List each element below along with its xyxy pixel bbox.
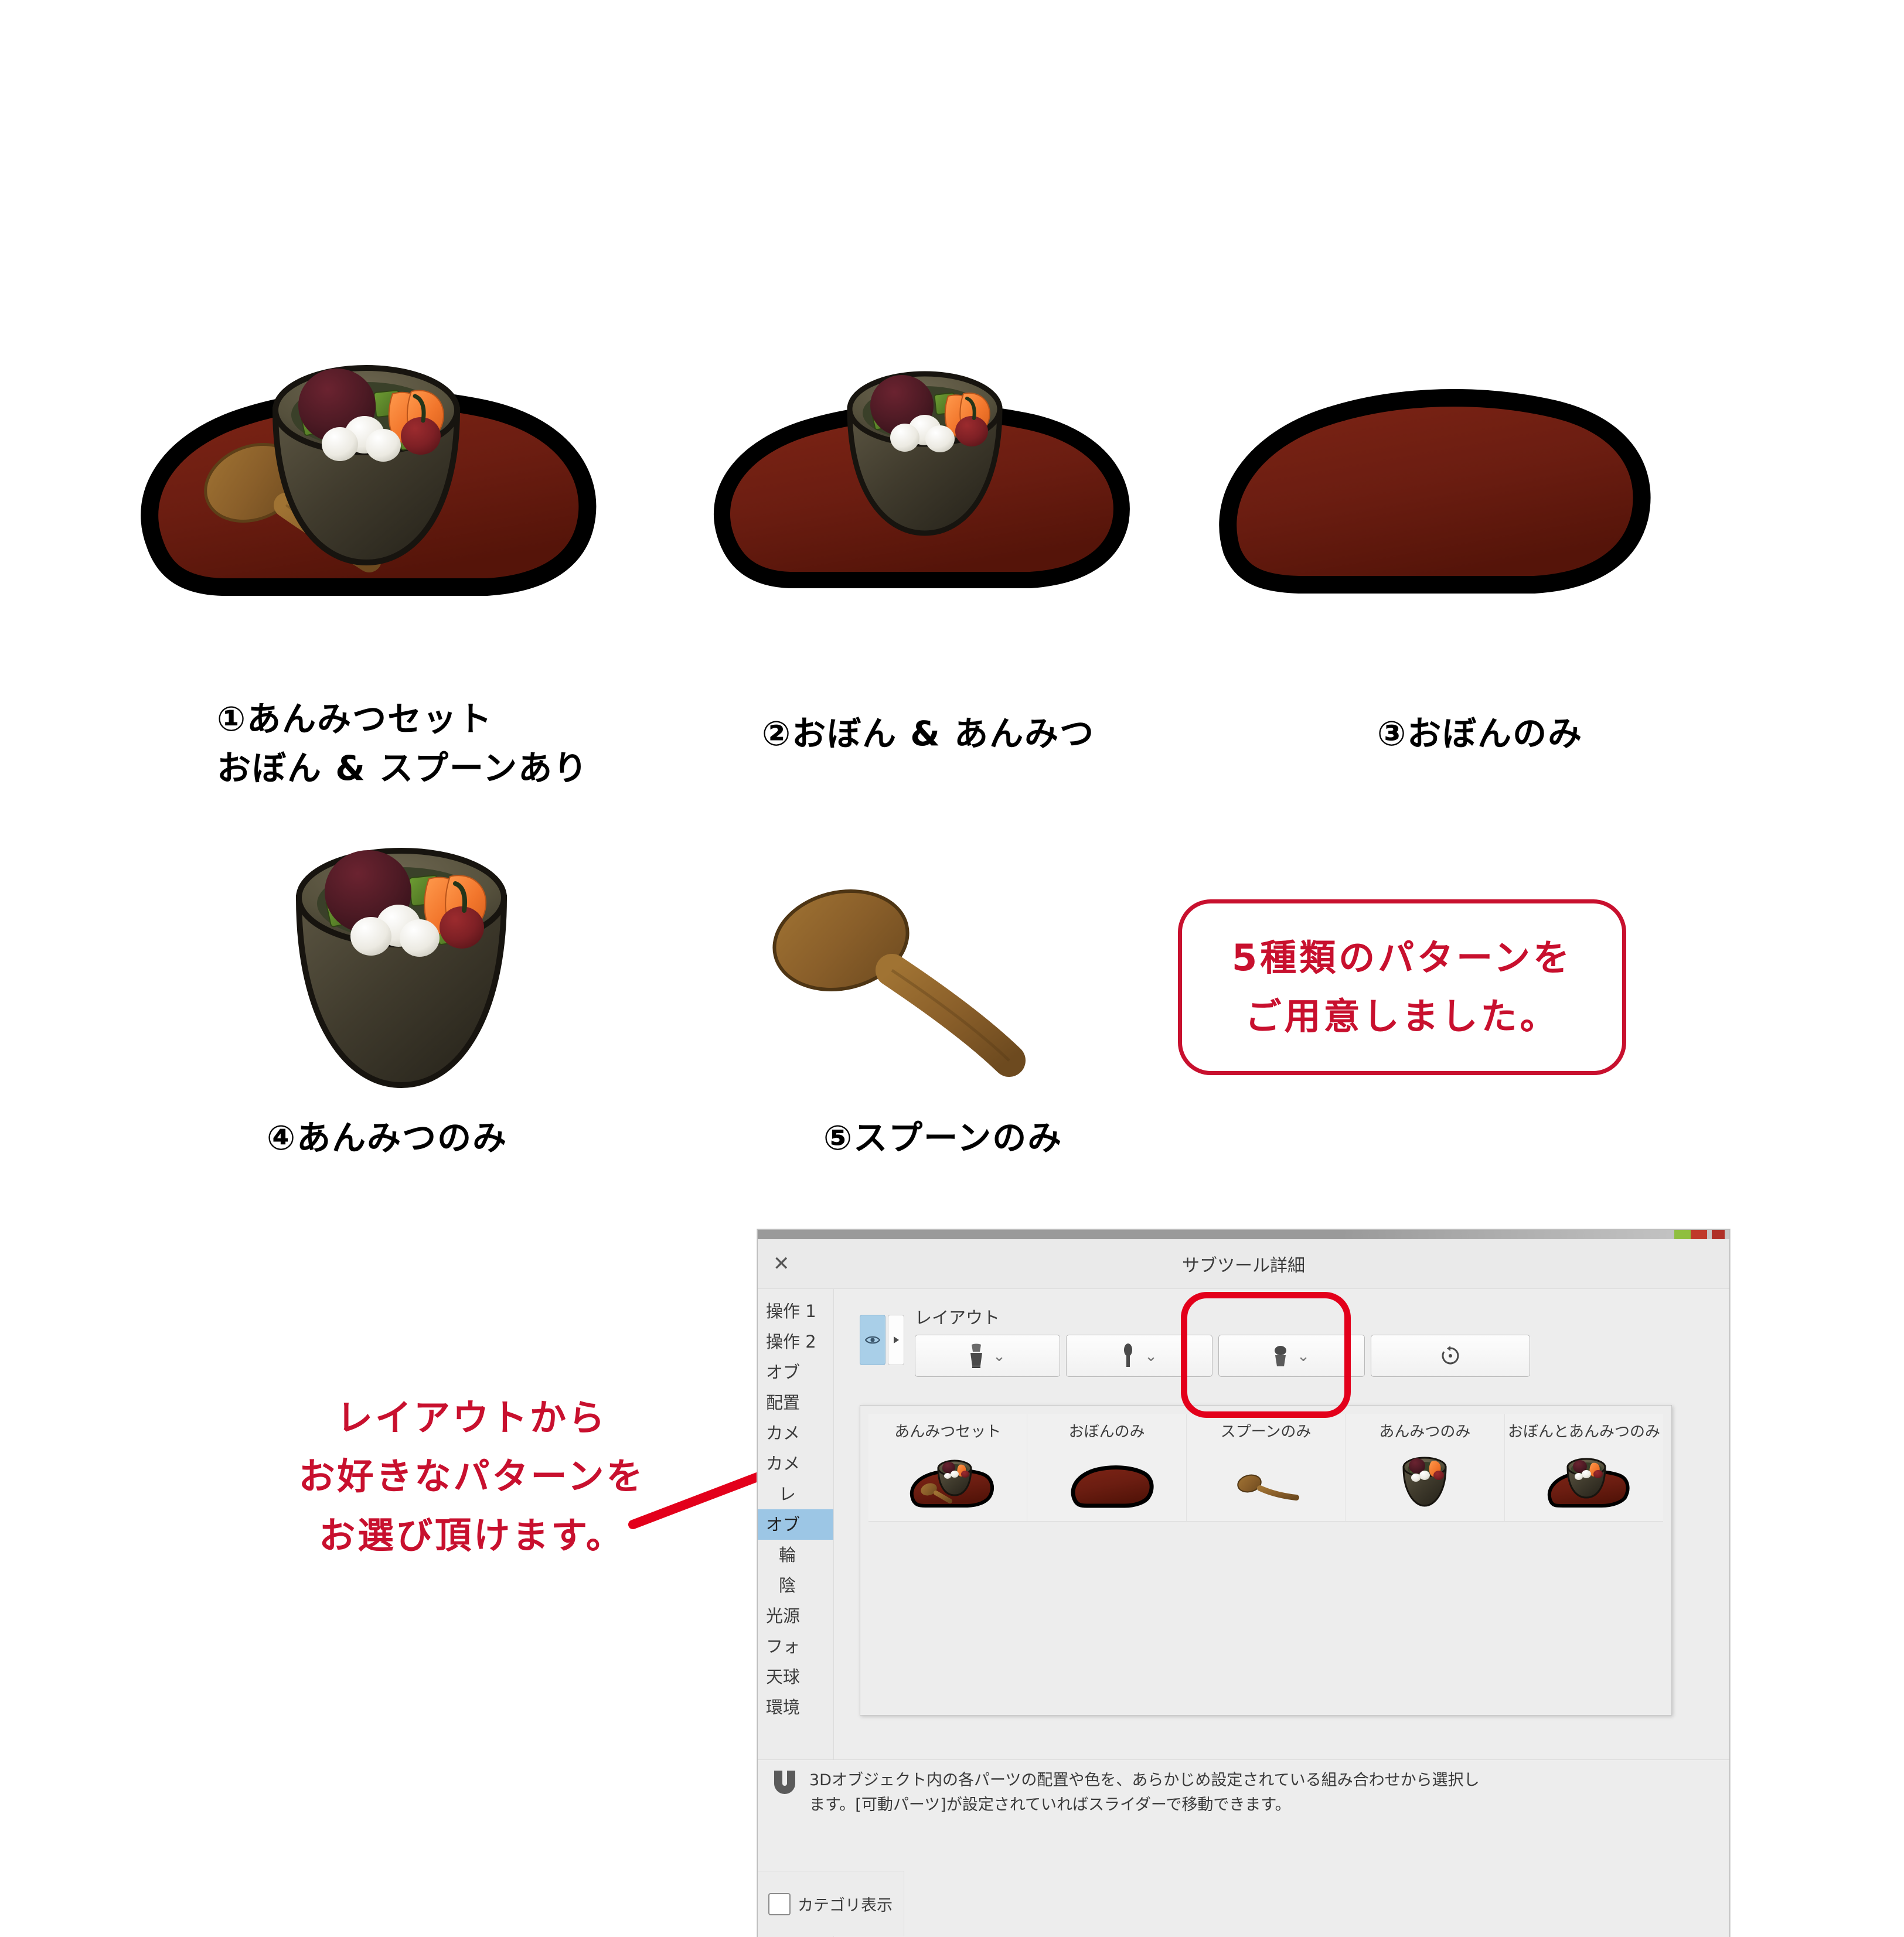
preset-cell-tray-and-anmitsu[interactable]: おぼんとあんみつのみ (1504, 1414, 1664, 1521)
anmitsu-bowl (295, 848, 507, 1089)
chevron-down-icon[interactable]: ⌄ (1140, 1347, 1162, 1365)
sample-3-title: ③おぼんのみ (1377, 714, 1583, 753)
sidebar-item-object-a[interactable]: オブ (758, 1357, 833, 1387)
category-display-label: カテゴリ表示 (798, 1897, 893, 1915)
sidebar-item-shadow[interactable]: 陰 (758, 1570, 833, 1601)
window-top-strip (758, 1230, 1729, 1239)
preset-thumb-tray-bowl (1547, 1458, 1630, 1508)
anmitsu-only-icon (1275, 1346, 1287, 1366)
spoon-shape (772, 889, 1026, 1077)
preset-label: スプーンのみ (1220, 1423, 1312, 1441)
preset-thumb-tray-bowl-spoon (910, 1459, 994, 1508)
layout-preset-button-anmitsu-set[interactable]: ⌄ (915, 1335, 1060, 1377)
tray-shape (1219, 388, 1651, 594)
preset-cell-anmitsu-set[interactable]: あんみつセット (868, 1414, 1028, 1521)
sidebar-item-skydome[interactable]: 天球 (758, 1662, 833, 1692)
sample-1-subtitle: おぼん & スプーンあり (217, 748, 589, 789)
dialog-title: サブツール詳細 (1182, 1256, 1305, 1276)
sidebar-item-operation-1[interactable]: 操作 1 (758, 1296, 833, 1326)
sidebar-item-object-b[interactable]: オブ (758, 1509, 833, 1540)
sample-5-illustration (744, 867, 1119, 1113)
preset-label: あんみつセット (894, 1423, 1002, 1441)
description-panel: 3Dオブジェクト内の各パーツの配置や色を、あらかじめ設定されている組み合わせから… (758, 1759, 1729, 1871)
anmitsu-set-icon (970, 1343, 983, 1368)
preset-label: おぼんのみ (1068, 1423, 1145, 1441)
chevron-down-icon[interactable]: ⌄ (988, 1347, 1010, 1365)
preset-thumb-tray (1071, 1465, 1154, 1508)
sidebar-item-environment[interactable]: 環境 (758, 1692, 833, 1723)
description-line-1: 3Dオブジェクト内の各パーツの配置や色を、あらかじめ設定されている組み合わせから… (809, 1771, 1480, 1789)
sample-2-illustration (674, 258, 1137, 656)
strip-swatch-green (1674, 1230, 1691, 1239)
sidebar-item-lens[interactable]: レ (758, 1479, 833, 1509)
sample-3-illustration (1190, 316, 1653, 644)
layout-preset-popup[interactable]: あんみつセット おぼんのみ スプーンのみ あんみつのみ おぼんとあんみつのみ (860, 1405, 1672, 1716)
layout-preset-button-spoon-only[interactable]: ⌄ (1066, 1335, 1212, 1377)
preset-cell-tray-only[interactable]: おぼんのみ (1027, 1414, 1187, 1521)
preset-label: あんみつのみ (1379, 1423, 1471, 1441)
preset-grid[interactable]: あんみつセット おぼんのみ スプーンのみ あんみつのみ おぼんとあんみつのみ (868, 1414, 1664, 1522)
sample-1-illustration (100, 234, 598, 656)
description-line-2: ます。[可動パーツ]が設定されていればスライダーで移動できます。 (809, 1795, 1291, 1814)
sidebar-item-outline[interactable]: 輪 (758, 1540, 833, 1570)
sample-2-title: ②おぼん & あんみつ (762, 714, 1095, 753)
sidebar-item-camera-1[interactable]: カメ (758, 1418, 833, 1448)
sidebar-item-light[interactable]: 光源 (758, 1601, 833, 1631)
sidebar-item-camera-2[interactable]: カメ (758, 1448, 833, 1479)
layout-button-row[interactable]: ⌄ ⌄ ⌄ (915, 1335, 1718, 1377)
description-text: 3Dオブジェクト内の各パーツの配置や色を、あらかじめ設定されている組み合わせから… (809, 1768, 1480, 1863)
sample-4-illustration (234, 820, 563, 1125)
category-display-checkbox[interactable] (768, 1892, 791, 1915)
spoon-only-icon (1124, 1343, 1133, 1367)
visibility-toggle-group[interactable] (860, 1315, 904, 1365)
category-display-bar[interactable]: カテゴリ表示 (758, 1871, 904, 1936)
dialog-titlebar: ✕ サブツール詳細 (758, 1239, 1729, 1289)
sample-5-title: ⑤スプーンのみ (823, 1118, 1063, 1158)
strip-swatch-red (1691, 1230, 1707, 1239)
layout-section-label: レイアウト (915, 1308, 1000, 1328)
sample-4-title: ④あんみつのみ (267, 1118, 508, 1158)
sample-4-caption: ④あんみつのみ (267, 1113, 507, 1162)
strip-swatch-darkred (1712, 1230, 1725, 1239)
preset-thumb-spoon (1237, 1474, 1300, 1501)
sidebar-item-placement[interactable]: 配置 (758, 1387, 833, 1418)
sample-5-caption: ⑤スプーンのみ (823, 1113, 1062, 1162)
reset-icon (1442, 1346, 1459, 1365)
sample-3-caption: ③おぼんのみ (1377, 709, 1583, 758)
sample-1-title: ①あんみつセット (217, 699, 493, 739)
callout-line-2: ご用意しました。 (1245, 995, 1559, 1038)
pattern-count-callout: 5種類のパターンを ご用意しました。 (1178, 899, 1626, 1075)
info-magnet-icon (769, 1768, 800, 1796)
preset-thumb-bowl (1402, 1457, 1447, 1507)
preset-cell-spoon-only[interactable]: スプーンのみ (1186, 1414, 1346, 1521)
sidebar-item-form[interactable]: フォ (758, 1631, 833, 1662)
sample-2-caption: ②おぼん & あんみつ (762, 709, 1095, 758)
layout-reset-button[interactable] (1371, 1335, 1530, 1377)
callout-line-1: 5種類のパターンを (1231, 936, 1573, 979)
layout-preset-button-anmitsu-only[interactable]: ⌄ (1218, 1335, 1365, 1377)
sidebar-item-operation-2[interactable]: 操作 2 (758, 1326, 833, 1357)
preset-label: おぼんとあんみつのみ (1508, 1423, 1660, 1441)
sub-tool-detail-dialog[interactable]: ✕ サブツール詳細 操作 1 操作 2 オブ 配置 カメ カメ レ オブ 輪 陰… (757, 1229, 1730, 1937)
chevron-down-icon[interactable]: ⌄ (1292, 1347, 1314, 1365)
eye-icon[interactable] (860, 1315, 885, 1365)
preset-cell-anmitsu-only[interactable]: あんみつのみ (1346, 1414, 1505, 1521)
close-icon[interactable]: ✕ (773, 1254, 790, 1274)
sample-1-caption: ①あんみつセット おぼん & スプーンあり (217, 694, 588, 793)
play-triangle-icon[interactable] (888, 1315, 904, 1365)
